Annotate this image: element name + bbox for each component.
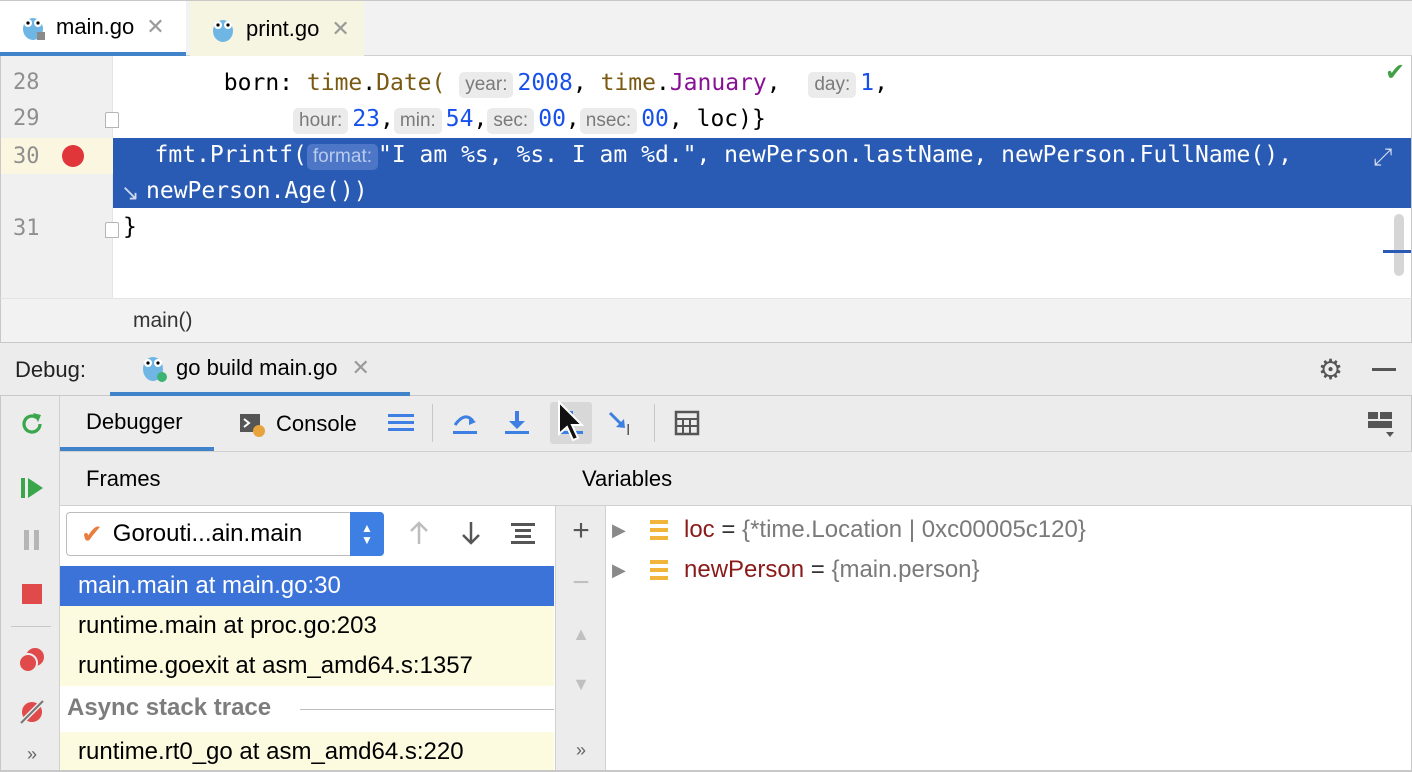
debug-toolwindow-header: Debug: go build main.go ✕ ⚙ [0, 342, 1412, 396]
async-stack-trace-label: Async stack trace [67, 694, 280, 722]
minimize-icon[interactable] [1372, 368, 1396, 371]
breakpoint-icon[interactable] [62, 145, 84, 167]
tab-label: go build main.go [176, 354, 338, 380]
check-icon: ✔ [1385, 59, 1406, 86]
arrow-down-icon[interactable] [456, 518, 486, 548]
gopher-icon [23, 17, 45, 40]
code-line-31[interactable]: } [123, 212, 137, 242]
tab-label: print.go [246, 15, 320, 41]
check-icon: ✔ [81, 518, 103, 549]
code-line-28[interactable]: born: time.Date( year: 2008, time.January… [113, 68, 888, 98]
frame-row[interactable]: main.main at main.go:30 [60, 566, 554, 606]
move-up-icon[interactable]: ▲ [566, 624, 596, 645]
evaluate-expression-icon[interactable] [672, 408, 702, 438]
fold-icon[interactable] [105, 222, 119, 238]
code-line-30[interactable]: fmt.Printf(format: "I am %s, %s. I am %d.… [113, 140, 1292, 170]
breadcrumb-bar: main() [0, 298, 1412, 342]
variable-row[interactable]: ▶ loc = {*time.Location | 0xc00005c120} [610, 510, 1086, 550]
debugger-toolbar: Debugger Console I [60, 396, 1412, 452]
tab-main-go[interactable]: main.go ✕ [0, 1, 186, 56]
param-hint: format: [306, 144, 378, 170]
filter-frames-icon[interactable] [508, 518, 538, 548]
close-icon[interactable]: ✕ [331, 16, 349, 42]
gopher-icon [213, 19, 233, 42]
tab-debugger[interactable]: Debugger [60, 396, 214, 451]
expand-icon[interactable]: ▶ [610, 550, 650, 590]
mouse-cursor-icon [558, 400, 584, 442]
tab-print-go[interactable]: print.go ✕ [190, 1, 364, 56]
close-icon[interactable]: ✕ [351, 355, 369, 381]
svg-text:I: I [626, 422, 630, 437]
line-number: 28 [13, 70, 40, 95]
frames-header: Frames [60, 452, 556, 506]
goroutine-label: Gorouti...ain.main [112, 520, 303, 547]
debug-side-toolbar: » [0, 396, 60, 772]
param-hint: sec: [487, 108, 535, 134]
gopher-run-icon [143, 356, 167, 382]
tab-label: main.go [56, 13, 135, 39]
view-breakpoints-icon[interactable] [18, 646, 46, 674]
soft-wrap-icon: ⤢ [1373, 144, 1393, 171]
wrap-continuation-icon: ↘ [121, 180, 140, 205]
frame-row[interactable]: runtime.main at proc.go:203 [60, 606, 554, 646]
more-icon[interactable]: » [18, 740, 46, 768]
debug-title: Debug: [15, 357, 86, 382]
async-separator [300, 709, 554, 710]
field-icon [650, 560, 668, 580]
param-hint: day: [808, 72, 857, 98]
layout-settings-icon[interactable] [1366, 408, 1396, 438]
threads-menu-icon[interactable] [386, 408, 416, 438]
code-line-30-wrap[interactable]: newPerson.Age()) [146, 176, 368, 206]
variable-row[interactable]: ▶ newPerson = {main.person} [610, 550, 980, 590]
breadcrumb[interactable]: main() [133, 309, 193, 333]
line-number: 30 [13, 144, 40, 169]
param-hint: nsec: [579, 108, 638, 134]
stop-icon[interactable] [18, 580, 46, 608]
frame-row[interactable]: runtime.rt0_go at asm_amd64.s:220 [60, 732, 554, 772]
line-number: 31 [13, 216, 40, 241]
resume-icon[interactable] [18, 474, 46, 502]
console-icon [240, 413, 265, 437]
remove-watch-icon[interactable]: − [566, 566, 596, 600]
line-number: 29 [13, 106, 40, 131]
frame-row[interactable]: runtime.goexit at asm_amd64.s:1357 [60, 646, 554, 686]
variables-header: Variables [556, 452, 1412, 506]
goroutine-dropdown[interactable]: ✔ Gorouti...ain.main ▲ ▼ [66, 512, 384, 556]
rerun-icon[interactable] [18, 410, 46, 438]
field-icon [650, 520, 668, 540]
step-over-icon[interactable] [450, 408, 480, 438]
frames-panel: Frames ✔ Gorouti...ain.main ▲ ▼ main.main… [60, 452, 556, 772]
arrow-up-icon[interactable] [404, 518, 434, 548]
code-editor[interactable]: 28 born: time.Date( year: 2008, time.Janu… [0, 56, 1412, 298]
variables-toolbar: + − ▲ ▼ » [556, 506, 606, 772]
variables-panel: Variables + − ▲ ▼ » ▶ loc = {*time.Locat… [556, 452, 1412, 772]
param-hint: year: [459, 72, 514, 98]
editor-scrollbar[interactable] [1394, 214, 1404, 276]
param-hint: min: [393, 108, 442, 134]
scrollbar-marker [1383, 250, 1411, 253]
step-out-icon[interactable]: I [606, 408, 636, 438]
mute-breakpoints-icon[interactable] [18, 698, 46, 726]
gear-icon[interactable]: ⚙ [1318, 353, 1343, 386]
chevron-updown-icon: ▲ ▼ [350, 512, 384, 556]
expand-icon[interactable]: ▶ [610, 510, 650, 550]
add-watch-icon[interactable]: + [566, 514, 596, 548]
pause-icon[interactable] [18, 526, 46, 554]
step-into-icon[interactable] [502, 408, 532, 438]
more-icon[interactable]: » [566, 740, 596, 761]
param-hint: hour: [293, 108, 349, 134]
close-icon[interactable]: ✕ [146, 14, 164, 40]
editor-tab-bar: main.go ✕ print.go ✕ [0, 0, 1412, 56]
tab-run-config[interactable]: go build main.go ✕ [110, 343, 410, 396]
code-line-29[interactable]: hour: 23, min: 54, sec: 00, nsec: 00, loc)} [113, 104, 766, 134]
tab-console[interactable]: Console [238, 396, 357, 451]
move-down-icon[interactable]: ▼ [566, 674, 596, 695]
